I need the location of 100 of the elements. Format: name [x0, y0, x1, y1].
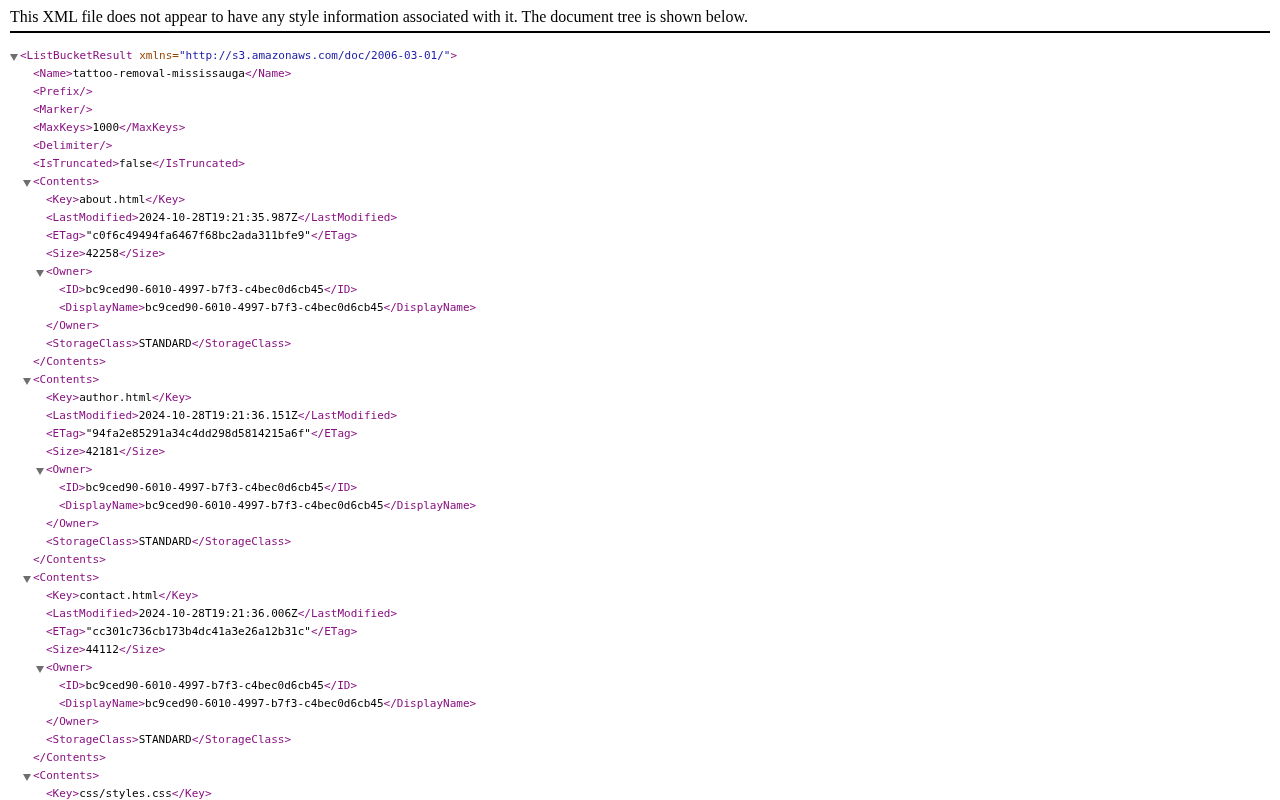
xml-tag: <ID>	[59, 282, 86, 296]
element-value: 2024-10-28T19:21:36.006Z	[138, 606, 298, 620]
element-value: false	[119, 156, 153, 170]
xml-tag: <Owner>	[46, 462, 93, 476]
xml-tag: </LastModified>	[297, 606, 397, 620]
xml-tag: <ETag>	[46, 228, 86, 242]
element-value: STANDARD	[138, 336, 192, 350]
element-value: bc9ced90-6010-4997-b7f3-c4bec0d6cb45	[85, 678, 324, 692]
element-value: tattoo-removal-mississauga	[72, 66, 245, 80]
xml-tag: <Contents>	[33, 174, 100, 188]
xml-tag: <Key>	[46, 390, 80, 404]
xml-tag: <Name>	[33, 66, 73, 80]
collapse-toggle-icon[interactable]	[23, 179, 31, 187]
element-value: about.html	[79, 192, 146, 206]
xml-tag: >	[450, 48, 458, 62]
collapse-toggle-icon[interactable]	[10, 53, 18, 61]
xml-tag: <ETag>	[46, 426, 86, 440]
xml-tag: <Owner>	[46, 264, 93, 278]
xml-tag: </ETag>	[310, 426, 358, 440]
xml-tag: <Key>	[46, 192, 80, 206]
collapse-toggle-icon[interactable]	[36, 665, 44, 673]
element-value: author.html	[79, 390, 152, 404]
xml-tag: </ID>	[323, 480, 358, 494]
element-value: 2024-10-28T19:21:35.987Z	[138, 210, 298, 224]
attribute-name: xmlns=	[139, 48, 179, 62]
xml-tag: <Size>	[46, 642, 86, 656]
element-value: 42181	[85, 444, 119, 458]
element-value: 2024-10-28T19:21:36.151Z	[138, 408, 298, 422]
xml-tag: </Key>	[152, 390, 192, 404]
xml-tag: <IsTruncated>	[33, 156, 120, 170]
xml-tag: <StorageClass>	[46, 336, 139, 350]
collapse-toggle-icon[interactable]	[23, 575, 31, 583]
xml-tag: <Delimiter/>	[33, 138, 113, 152]
info-message: This XML file does not appear to have any style information associated with it. The document tree is shown below.	[10, 8, 748, 25]
xml-tag: </DisplayName>	[383, 696, 477, 710]
xml-tag: </StorageClass>	[191, 534, 292, 548]
xml-tag: </Owner>	[46, 714, 99, 728]
xml-tag: <MaxKeys>	[33, 120, 93, 134]
xml-tag: </ETag>	[310, 228, 358, 242]
element-value: bc9ced90-6010-4997-b7f3-c4bec0d6cb45	[85, 480, 324, 494]
xml-tag: </LastModified>	[297, 210, 397, 224]
element-value: bc9ced90-6010-4997-b7f3-c4bec0d6cb45	[85, 282, 324, 296]
xml-tag: <LastModified>	[46, 210, 139, 224]
collapse-toggle-icon[interactable]	[23, 773, 31, 781]
element-value: bc9ced90-6010-4997-b7f3-c4bec0d6cb45	[145, 300, 384, 314]
xml-tag: </Size>	[118, 444, 166, 458]
xml-tag: </Size>	[118, 246, 166, 260]
xml-tag: </LastModified>	[297, 408, 397, 422]
collapse-toggle-icon[interactable]	[23, 377, 31, 385]
xml-tag: </Name>	[244, 66, 292, 80]
collapse-toggle-icon[interactable]	[36, 467, 44, 475]
xml-tag: <Contents>	[33, 372, 100, 386]
element-value: bc9ced90-6010-4997-b7f3-c4bec0d6cb45	[145, 498, 384, 512]
element-value: 1000	[92, 120, 120, 134]
xml-tag: <ID>	[59, 678, 86, 692]
xml-tag: <StorageClass>	[46, 732, 139, 746]
xml-tag: <Size>	[46, 444, 86, 458]
xml-tag: <Key>	[46, 786, 80, 800]
xml-tag: </MaxKeys>	[119, 120, 186, 134]
xml-tag: <Key>	[46, 588, 80, 602]
element-value: "cc301c736cb173b4dc41a3e26a12b31c"	[85, 624, 311, 638]
xml-tag: </Owner>	[46, 318, 99, 332]
xml-tag: <Contents>	[33, 768, 100, 782]
xml-tag: <LastModified>	[46, 606, 139, 620]
xml-tag: </IsTruncated>	[152, 156, 245, 170]
xml-tag: </StorageClass>	[191, 732, 292, 746]
element-value: STANDARD	[138, 534, 192, 548]
xml-tag: </Key>	[145, 192, 186, 206]
xml-tag: <ListBucketResult	[20, 48, 133, 62]
xml-tag: </DisplayName>	[383, 498, 477, 512]
attribute-value: "http://s3.amazonaws.com/doc/2006-03-01/"	[178, 48, 451, 62]
xml-tag: </ETag>	[310, 624, 358, 638]
xml-tag: </Contents>	[33, 552, 106, 566]
element-value: "c0f6c49494fa6467f68bc2ada311bfe9"	[85, 228, 311, 242]
element-value: css/styles.css	[79, 786, 172, 800]
xml-tag: </ID>	[323, 282, 358, 296]
xml-tag: </Contents>	[33, 354, 106, 368]
xml-tag: </Owner>	[46, 516, 99, 530]
xml-tag: </DisplayName>	[383, 300, 477, 314]
xml-tag: <StorageClass>	[46, 534, 139, 548]
xml-tag: </StorageClass>	[191, 336, 292, 350]
xml-tag: <DisplayName>	[59, 696, 146, 710]
xml-tag: </Key>	[171, 786, 212, 800]
xml-tag: <Prefix/>	[33, 84, 93, 98]
xml-tag: </ID>	[323, 678, 358, 692]
xml-tag: <Owner>	[46, 660, 93, 674]
xml-tag: <Size>	[46, 246, 86, 260]
collapse-toggle-icon[interactable]	[36, 269, 44, 277]
xml-tag: </Key>	[158, 588, 199, 602]
xml-tag: <DisplayName>	[59, 498, 146, 512]
element-value: STANDARD	[138, 732, 192, 746]
element-value: "94fa2e85291a34c4dd298d5814215a6f"	[85, 426, 311, 440]
xml-tag: <DisplayName>	[59, 300, 146, 314]
element-value: 42258	[85, 246, 119, 260]
xml-tag: </Size>	[118, 642, 166, 656]
element-value: contact.html	[79, 588, 159, 602]
element-value: bc9ced90-6010-4997-b7f3-c4bec0d6cb45	[145, 696, 384, 710]
xml-tag: <LastModified>	[46, 408, 139, 422]
xml-tag: <Contents>	[33, 570, 100, 584]
xml-tag: <ETag>	[46, 624, 86, 638]
